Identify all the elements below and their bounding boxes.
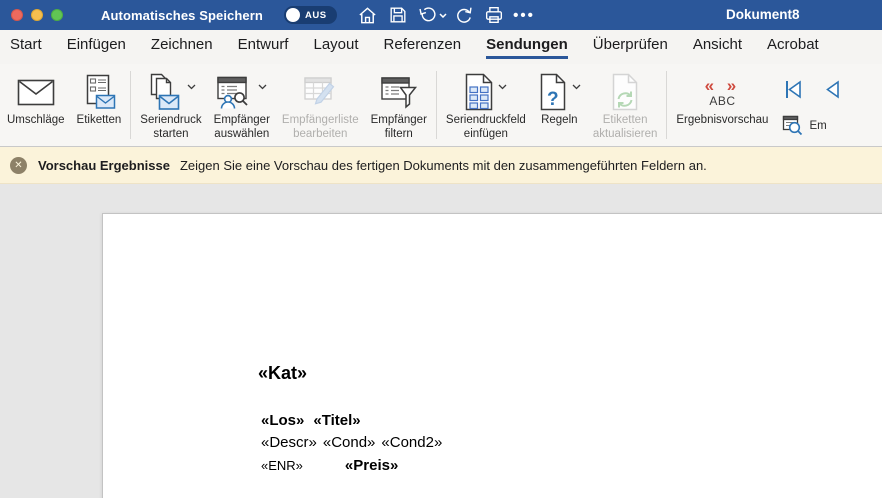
tab-sendungen[interactable]: Sendungen bbox=[486, 36, 568, 59]
button-label: Empfänger auswählen bbox=[214, 114, 270, 142]
tab-zeichnen[interactable]: Zeichnen bbox=[151, 36, 213, 59]
merge-field-descr[interactable]: «Descr» bbox=[261, 434, 317, 451]
zoom-window-button[interactable] bbox=[51, 9, 63, 21]
labels-button[interactable]: Etiketten bbox=[71, 70, 128, 128]
chevron-down-icon bbox=[439, 13, 447, 18]
document-page[interactable]: «Kat» «Los»«Titel» «Descr»«Cond»«Cond2» … bbox=[102, 213, 882, 498]
merge-field-line-descr: «Descr» «Cond» «Cond2» bbox=[261, 434, 442, 451]
redo-button[interactable] bbox=[449, 2, 479, 28]
button-label: Ergebnisvorschau bbox=[676, 114, 768, 128]
tab-ansicht[interactable]: Ansicht bbox=[693, 36, 742, 59]
undo-dropdown-button[interactable] bbox=[437, 2, 449, 28]
button-label: Etiketten aktualisieren bbox=[593, 114, 658, 142]
previous-record-button[interactable] bbox=[820, 78, 843, 106]
tab-acrobat[interactable]: Acrobat bbox=[767, 36, 819, 59]
tab-entwurf[interactable]: Entwurf bbox=[238, 36, 289, 59]
chevron-down-icon bbox=[258, 77, 267, 95]
select-recipients-button[interactable]: Empfänger auswählen bbox=[208, 70, 276, 142]
home-icon bbox=[357, 5, 378, 26]
button-label: Em bbox=[809, 120, 826, 132]
first-record-icon bbox=[782, 78, 805, 101]
find-recipient-button[interactable]: Em bbox=[782, 115, 843, 136]
autosave-state: AUS bbox=[305, 10, 327, 21]
merge-field-cond[interactable]: «Cond» bbox=[323, 434, 376, 451]
ribbon: Umschläge Etiketten bbox=[0, 64, 882, 147]
insert-merge-field-icon bbox=[464, 73, 494, 111]
print-icon bbox=[483, 4, 505, 26]
preview-results-notification: ✕ Vorschau Ergebnisse Zeigen Sie eine Vo… bbox=[0, 147, 882, 184]
tab-layout[interactable]: Layout bbox=[313, 36, 358, 59]
document-title: Dokument8 bbox=[726, 0, 800, 30]
edit-recipient-list-icon bbox=[302, 75, 338, 109]
dismiss-notification-icon[interactable]: ✕ bbox=[10, 157, 27, 174]
record-navigation-group: Em bbox=[782, 70, 843, 136]
start-mail-merge-button[interactable]: Seriendruck starten bbox=[134, 70, 207, 142]
update-labels-icon bbox=[610, 73, 640, 111]
chevron-down-icon bbox=[498, 77, 507, 95]
redo-icon bbox=[453, 5, 474, 26]
start-mail-merge-icon bbox=[145, 73, 183, 111]
preview-results-button[interactable]: « » ABC Ergebnisvorschau bbox=[670, 70, 774, 128]
select-recipients-icon bbox=[216, 74, 254, 110]
undo-icon bbox=[417, 5, 438, 26]
toggle-knob-icon bbox=[286, 8, 300, 22]
button-label: Seriendruckfeld einfügen bbox=[446, 114, 526, 142]
home-button[interactable] bbox=[353, 2, 383, 28]
button-label: Umschläge bbox=[7, 114, 65, 128]
envelopes-button[interactable]: Umschläge bbox=[1, 70, 71, 128]
tab-ueberpruefen[interactable]: Überprüfen bbox=[593, 36, 668, 59]
document-area: «Kat» «Los»«Titel» «Descr»«Cond»«Cond2» … bbox=[0, 185, 882, 498]
labels-icon bbox=[82, 74, 116, 110]
autosave-toggle[interactable]: AUS bbox=[284, 6, 337, 24]
tab-einfuegen[interactable]: Einfügen bbox=[67, 36, 126, 59]
merge-field-los[interactable]: «Los» bbox=[261, 412, 304, 429]
ribbon-divider bbox=[130, 71, 131, 139]
save-icon bbox=[388, 5, 408, 25]
notification-message: Zeigen Sie eine Vorschau des fertigen Do… bbox=[180, 158, 707, 173]
button-label: Empfängerliste bearbeiten bbox=[282, 114, 359, 142]
merge-field-line-los-titel: «Los» «Titel» bbox=[261, 412, 361, 429]
merge-field-enr[interactable]: «ENR» bbox=[261, 458, 303, 473]
merge-field-kat[interactable]: «Kat» bbox=[258, 363, 307, 384]
rules-icon: ? bbox=[538, 73, 568, 111]
ribbon-tabs: Start Einfügen Zeichnen Entwurf Layout R… bbox=[0, 30, 882, 64]
save-button[interactable] bbox=[383, 2, 413, 28]
more-commands-button[interactable]: ••• bbox=[509, 2, 539, 28]
first-record-button[interactable] bbox=[782, 78, 805, 106]
merge-field-titel[interactable]: «Titel» bbox=[313, 412, 360, 429]
ribbon-divider bbox=[436, 71, 437, 139]
word-window: { "titlebar": { "autosave_label": "Autom… bbox=[0, 0, 882, 498]
window-controls bbox=[0, 9, 63, 21]
button-label: Regeln bbox=[541, 114, 577, 128]
insert-merge-field-button[interactable]: Seriendruckfeld einfügen bbox=[440, 70, 532, 142]
quick-access-toolbar: ••• bbox=[353, 2, 539, 28]
merge-field-cond2[interactable]: «Cond2» bbox=[381, 434, 442, 451]
titlebar: Automatisches Speichern AUS bbox=[0, 0, 882, 30]
filter-recipients-icon bbox=[380, 75, 418, 109]
update-labels-button: Etiketten aktualisieren bbox=[587, 70, 664, 142]
ribbon-divider bbox=[666, 71, 667, 139]
chevron-down-icon bbox=[572, 77, 581, 95]
button-label: Etiketten bbox=[77, 114, 122, 128]
merge-field-line-enr-preis: «ENR» «Preis» bbox=[261, 457, 398, 474]
svg-text:?: ? bbox=[547, 89, 559, 110]
tab-referenzen[interactable]: Referenzen bbox=[384, 36, 462, 59]
button-label: Empfänger filtern bbox=[371, 114, 427, 142]
find-recipient-icon bbox=[782, 115, 803, 136]
notification-title: Vorschau Ergebnisse bbox=[38, 158, 170, 173]
edit-recipient-list-button: Empfängerliste bearbeiten bbox=[276, 70, 365, 142]
chevron-down-icon bbox=[187, 77, 196, 95]
merge-field-preis[interactable]: «Preis» bbox=[345, 457, 398, 474]
minimize-window-button[interactable] bbox=[31, 9, 43, 21]
envelope-icon bbox=[17, 79, 55, 106]
rules-button[interactable]: ? Regeln bbox=[532, 70, 587, 128]
tab-start[interactable]: Start bbox=[10, 36, 42, 59]
preview-results-icon: « » ABC bbox=[705, 77, 741, 107]
print-button[interactable] bbox=[479, 2, 509, 28]
button-label: Seriendruck starten bbox=[140, 114, 201, 142]
filter-recipients-button[interactable]: Empfänger filtern bbox=[365, 70, 433, 142]
close-window-button[interactable] bbox=[11, 9, 23, 21]
autosave-label: Automatisches Speichern bbox=[101, 8, 263, 23]
previous-record-icon bbox=[820, 78, 843, 101]
